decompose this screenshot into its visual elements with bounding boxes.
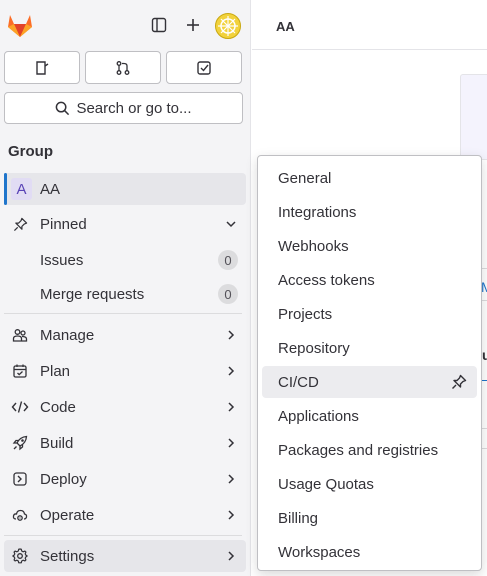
sidebar-item-label: Deploy <box>40 470 87 488</box>
sidebar-item-label: Merge requests <box>40 285 145 303</box>
active-indicator <box>4 173 7 205</box>
sidebar-pinned-merge-requests[interactable]: Merge requests 0 <box>4 278 246 310</box>
sidebar-item-pinned[interactable]: Pinned <box>4 208 246 240</box>
sidebar-item-plan[interactable]: Plan <box>4 355 246 387</box>
count-badge: 0 <box>218 250 238 270</box>
issues-quick-button[interactable] <box>4 51 80 84</box>
sidebar-item-build[interactable]: Build <box>4 427 246 459</box>
chevron-right-icon <box>228 366 235 376</box>
group-avatar: A <box>11 178 32 200</box>
sidebar-item-label: Settings <box>40 547 95 565</box>
divider <box>4 313 242 314</box>
flyout-item-general[interactable]: General <box>262 162 477 194</box>
flyout-item-usage-quotas[interactable]: Usage Quotas <box>262 468 477 500</box>
issues-icon <box>36 60 49 75</box>
flyout-item-billing[interactable]: Billing <box>262 502 477 534</box>
background-text-fragment: u <box>482 347 487 363</box>
sidebar-item-settings[interactable]: Settings <box>4 540 246 572</box>
sidebar-item-deploy[interactable]: Deploy <box>4 463 246 495</box>
sidebar-top-bar <box>0 0 251 50</box>
flyout-item-label: CI/CD <box>278 373 319 391</box>
flyout-item-workspaces[interactable]: Workspaces <box>262 536 477 568</box>
sidebar-item-label: Issues <box>40 251 84 269</box>
search-button[interactable]: Search or go to... <box>4 92 243 124</box>
count-badge: 0 <box>218 284 238 304</box>
todo-quick-button[interactable] <box>166 51 242 84</box>
divider <box>482 268 487 269</box>
sidebar-item-manage[interactable]: Manage <box>4 319 246 351</box>
users-icon <box>11 327 29 343</box>
pin-icon <box>11 216 29 232</box>
breadcrumb[interactable]: AA <box>276 19 295 34</box>
divider <box>482 380 487 381</box>
search-label: Search or go to... <box>76 99 192 117</box>
flyout-item-access-tokens[interactable]: Access tokens <box>262 264 477 296</box>
rocket-icon <box>11 435 29 451</box>
sidebar-item-label: Plan <box>40 362 71 380</box>
chevron-right-icon <box>228 438 235 448</box>
sidebar-item-group[interactable]: A AA <box>4 173 246 205</box>
sidebar-item-label: Build <box>40 434 74 452</box>
calendar-icon <box>11 363 29 379</box>
sidebar-item-operate[interactable]: Operate <box>4 499 246 531</box>
flyout-item-integrations[interactable]: Integrations <box>262 196 477 228</box>
sidebar-item-label: Manage <box>40 326 95 344</box>
flyout-item-applications[interactable]: Applications <box>262 400 477 432</box>
chevron-right-icon <box>228 402 235 412</box>
merge-requests-icon <box>116 60 130 75</box>
flyout-item-webhooks[interactable]: Webhooks <box>262 230 477 262</box>
flyout-item-ci-cd[interactable]: CI/CD <box>262 366 477 398</box>
user-avatar[interactable] <box>215 13 241 39</box>
deploy-icon <box>11 471 29 487</box>
sidebar-item-code[interactable]: Code <box>4 391 246 423</box>
flyout-item-packages-and-registries[interactable]: Packages and registries <box>262 434 477 466</box>
chevron-right-icon <box>228 474 235 484</box>
divider <box>482 448 487 449</box>
sidebar-section-title: Group <box>8 143 53 160</box>
gitlab-logo[interactable] <box>6 12 34 38</box>
pin-icon[interactable] <box>451 374 467 390</box>
chevron-right-icon <box>228 510 235 520</box>
plus-icon[interactable] <box>182 14 204 36</box>
chevron-right-icon <box>228 330 235 340</box>
sidebar-pinned-issues[interactable]: Issues 0 <box>4 244 246 276</box>
divider <box>482 300 487 301</box>
sidebar-item-label: Operate <box>40 506 95 524</box>
flyout-item-repository[interactable]: Repository <box>262 332 477 364</box>
sidebar-item-label: Pinned <box>40 215 87 233</box>
sidebar: Search or go to... Group A AA Pinned Iss… <box>0 0 251 576</box>
divider <box>482 428 487 429</box>
sidebar-item-label: Code <box>40 398 76 416</box>
background-panel <box>460 74 487 160</box>
gear-icon <box>11 548 29 564</box>
sidebar-item-label: AA <box>40 180 61 198</box>
main-header: AA <box>252 0 487 50</box>
todo-icon <box>197 60 211 75</box>
code-icon <box>11 399 29 415</box>
cloud-gear-icon <box>11 507 29 523</box>
settings-flyout-menu: General Integrations Webhooks Access tok… <box>257 155 482 571</box>
flyout-item-projects[interactable]: Projects <box>262 298 477 330</box>
chevron-right-icon <box>228 551 235 561</box>
divider <box>4 535 242 536</box>
search-icon <box>56 101 70 115</box>
merge-requests-quick-button[interactable] <box>85 51 161 84</box>
sidebar-toggle-icon[interactable] <box>148 14 170 36</box>
chevron-down-icon <box>226 221 236 228</box>
